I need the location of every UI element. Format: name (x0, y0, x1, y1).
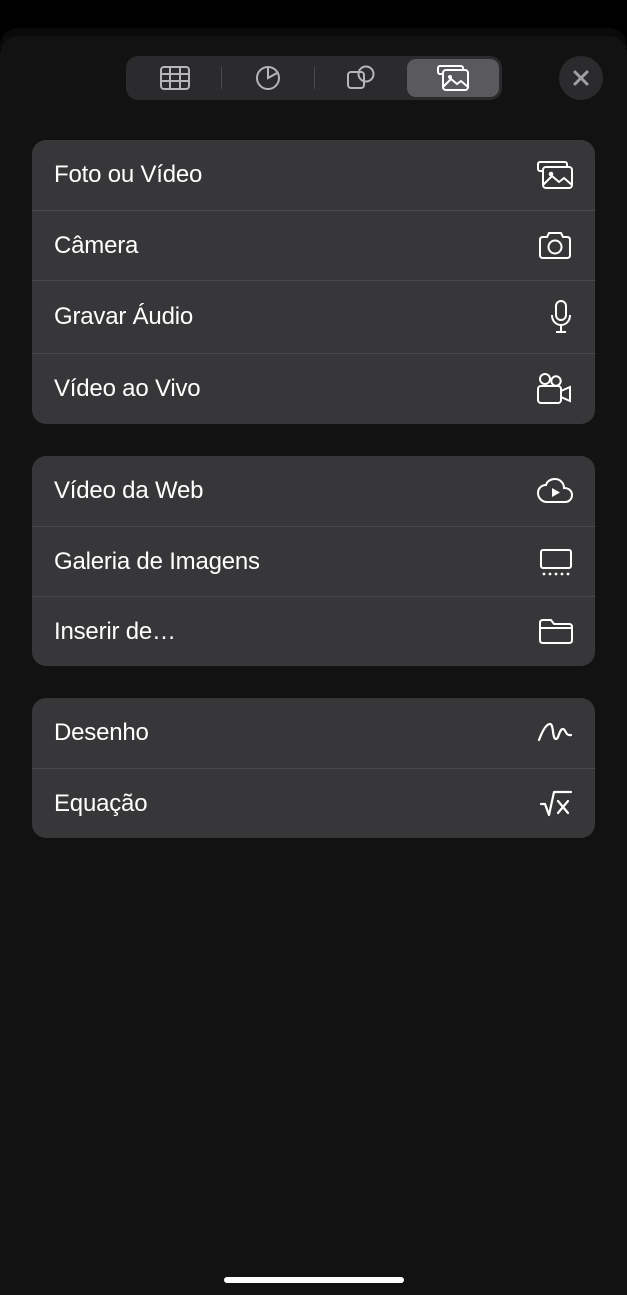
tab-media[interactable] (407, 59, 499, 97)
video-camera-icon (537, 373, 573, 405)
photo-icon (537, 161, 573, 189)
media-icon (437, 65, 469, 91)
insert-sheet: Foto ou Vídeo Câmera (0, 36, 627, 1295)
menu-item-insert-from[interactable]: Inserir de… (32, 596, 595, 666)
menu-item-equation[interactable]: Equação (32, 768, 595, 838)
label: Vídeo ao Vivo (54, 375, 200, 403)
tab-tables[interactable] (129, 59, 221, 97)
label: Gravar Áudio (54, 303, 193, 331)
camera-icon (537, 232, 573, 260)
menu-item-camera[interactable]: Câmera (32, 210, 595, 280)
chart-pie-icon (255, 65, 281, 91)
label: Vídeo da Web (54, 477, 203, 505)
menu-item-image-gallery[interactable]: Galeria de Imagens (32, 526, 595, 596)
label: Foto ou Vídeo (54, 161, 202, 189)
menu-item-web-video[interactable]: Vídeo da Web (32, 456, 595, 526)
label: Desenho (54, 719, 149, 747)
folder-icon (539, 618, 573, 645)
group-import: Vídeo da Web Galeria de Imagens (32, 456, 595, 666)
category-segmented-control (126, 56, 502, 100)
microphone-icon (549, 300, 573, 334)
content: Foto ou Vídeo Câmera (0, 140, 627, 838)
label: Galeria de Imagens (54, 548, 260, 576)
scribble-icon (537, 721, 573, 745)
group-capture: Foto ou Vídeo Câmera (32, 140, 595, 424)
close-button[interactable] (559, 56, 603, 100)
label: Inserir de… (54, 618, 176, 646)
label: Câmera (54, 232, 138, 260)
tab-shapes[interactable] (315, 59, 407, 97)
topbar (0, 36, 627, 120)
home-indicator (224, 1277, 404, 1283)
shapes-icon (347, 65, 375, 91)
menu-item-drawing[interactable]: Desenho (32, 698, 595, 768)
label: Equação (54, 790, 147, 818)
group-create: Desenho Equação (32, 698, 595, 838)
menu-item-photo-video[interactable]: Foto ou Vídeo (32, 140, 595, 210)
close-icon (572, 69, 590, 87)
gallery-icon (539, 548, 573, 576)
equation-icon (539, 790, 573, 818)
menu-item-record-audio[interactable]: Gravar Áudio (32, 280, 595, 353)
tab-charts[interactable] (222, 59, 314, 97)
cloud-play-icon (537, 478, 573, 504)
menu-item-live-video[interactable]: Vídeo ao Vivo (32, 353, 595, 424)
table-icon (160, 66, 190, 90)
